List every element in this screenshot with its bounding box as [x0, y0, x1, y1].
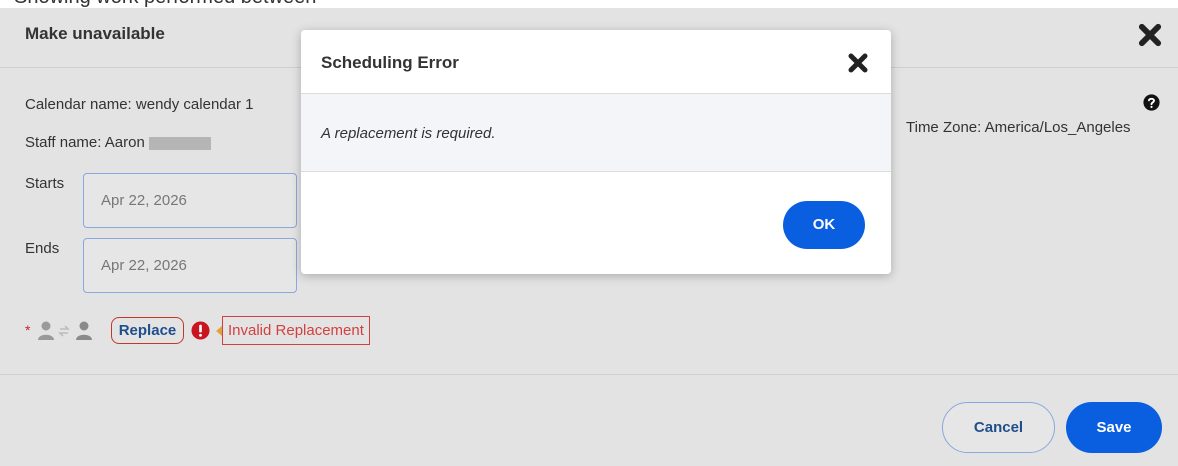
- cancel-button[interactable]: Cancel: [942, 402, 1055, 453]
- top-strip: Showing work performed between: [0, 0, 1178, 8]
- staff-name: Staff name: Aaron: [25, 134, 145, 151]
- modal-header: Scheduling Error: [301, 30, 891, 94]
- ends-date-value: Apr 22, 2026: [101, 257, 187, 274]
- invalid-replacement-tag: Invalid Replacement: [216, 316, 370, 345]
- required-marker: *: [25, 322, 31, 338]
- save-button[interactable]: Save: [1066, 402, 1162, 453]
- error-icon: [191, 321, 210, 340]
- help-icon[interactable]: [1143, 94, 1160, 111]
- scheduling-error-modal: Scheduling Error A replacement is requir…: [301, 30, 891, 274]
- dialog-title: Make unavailable: [25, 24, 165, 43]
- starts-date-field[interactable]: Apr 22, 2026: [83, 173, 297, 228]
- close-icon[interactable]: [1136, 21, 1164, 49]
- modal-body: A replacement is required.: [301, 94, 891, 172]
- replace-button[interactable]: Replace: [111, 317, 184, 344]
- starts-date-value: Apr 22, 2026: [101, 192, 187, 209]
- staff-name-line: Staff name: Aaron: [25, 134, 211, 151]
- ends-label: Ends: [25, 240, 60, 257]
- error-message: A replacement is required.: [321, 125, 496, 142]
- footer-divider: [0, 374, 1178, 375]
- modal-title: Scheduling Error: [321, 53, 459, 72]
- ok-button[interactable]: OK: [783, 201, 865, 249]
- redacted-surname: [148, 136, 211, 150]
- time-zone: Time Zone: America/Los_Angeles: [906, 119, 1131, 136]
- calendar-name: Calendar name: wendy calendar 1: [25, 96, 254, 113]
- close-icon[interactable]: [846, 51, 870, 75]
- person-swap-icon: [38, 321, 92, 340]
- starts-label: Starts: [25, 175, 65, 192]
- top-strip-text: Showing work performed between: [14, 0, 316, 8]
- ends-date-field[interactable]: Apr 22, 2026: [83, 238, 297, 293]
